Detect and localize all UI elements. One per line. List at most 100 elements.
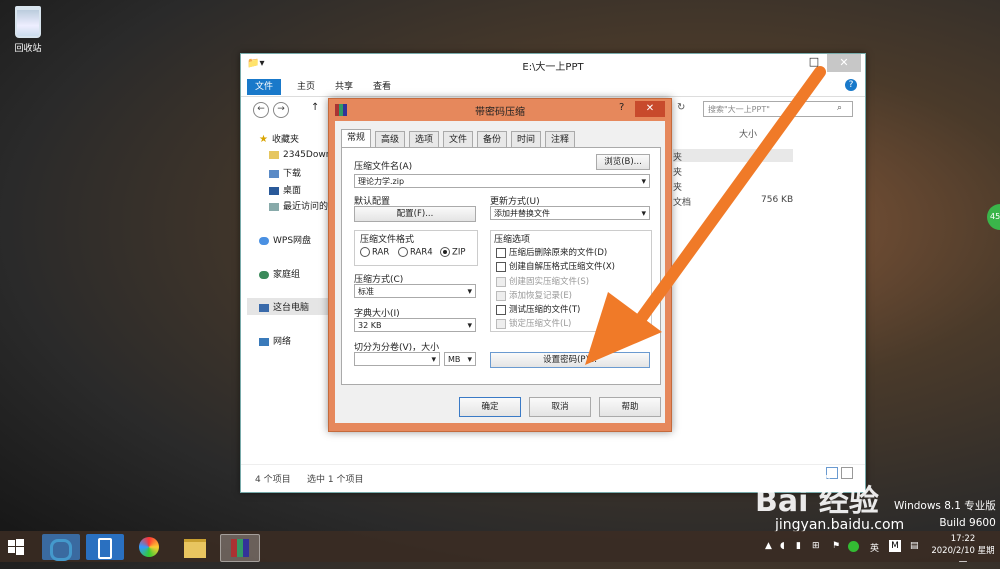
file-row-type[interactable]: 夹 [673,180,682,193]
windows-build: Build 9600 [939,517,996,529]
volume-icon[interactable]: ◖ [780,541,785,551]
file-row-type[interactable]: 夹 [673,165,682,178]
file-row-type[interactable]: 文档 [673,195,691,208]
taskbar-360[interactable] [130,534,168,560]
flag-icon[interactable]: ⚑ [832,541,840,551]
maximize-button[interactable]: □ [801,54,827,72]
taskbar: ▲ ◖ ▮ ⊞ ⚑ 英 M ▤ 17:22 2020/2/10 星期一 [0,531,1000,568]
windows-edition: Windows 8.1 专业版 [894,500,996,512]
file-row-type[interactable]: 夹 [673,150,682,163]
up-icon[interactable]: ↑ [311,102,319,113]
file-size: 756 KB [761,195,794,205]
sidebar-label: 最近访问的位 [283,202,329,212]
tray-green-icon[interactable] [848,541,859,552]
opt-delete-after[interactable]: 压缩后删除原来的文件(D) [496,246,607,258]
profile-button[interactable]: 配置(F)... [354,206,476,222]
taskbar-browser[interactable] [42,534,80,561]
clock-time: 17:22 [950,534,976,544]
checkbox-icon [496,290,506,301]
sidebar-label: 2345Down [283,150,332,160]
start-button[interactable] [8,539,24,555]
ok-button[interactable]: 确定 [459,397,521,417]
floating-badge[interactable]: 45 [987,204,1000,230]
tab-general[interactable]: 常规 [341,129,372,148]
refresh-icon[interactable]: ↻ [677,102,685,113]
tab-files[interactable]: 文件 [443,131,474,148]
sidebar-item-homegroup[interactable]: 家庭组 [259,267,300,280]
sidebar-item-downloads[interactable]: 下载 [269,166,301,179]
clock[interactable]: 17:22 2020/2/10 星期一 [928,533,998,569]
update-mode-select[interactable]: 添加并替换文件 [490,206,650,221]
network-icon [259,337,269,346]
radio-selected-icon [440,247,450,257]
checkbox-label: 压缩后删除原来的文件(D) [509,248,608,258]
back-icon[interactable]: ← [253,102,269,118]
sidebar-label: WPS网盘 [273,236,312,246]
help-button[interactable]: 帮助 [599,397,661,417]
explorer-title: E:\大一上PPT [522,62,584,73]
sidebar-item-desktop[interactable]: 桌面 [269,183,301,196]
set-password-button[interactable]: 设置密码(P)... [490,352,650,368]
ime-mode-icon[interactable]: M [889,540,901,552]
sidebar-item-wps[interactable]: WPS网盘 [259,233,311,246]
sidebar-item-favorites[interactable]: ★ 收藏夹 [259,132,299,145]
network-icon[interactable]: ⊞ [812,541,820,551]
recycle-bin-icon[interactable]: 回收站 [8,6,48,54]
opt-recovery[interactable]: 添加恢复记录(E) [496,289,572,301]
opt-solid[interactable]: 创建固实压缩文件(S) [496,275,589,287]
format-zip-radio[interactable]: ZIP [440,247,465,258]
ribbon-tab-home[interactable]: 主页 [289,79,323,95]
sidebar-label: 桌面 [283,186,302,196]
opt-lock[interactable]: 锁定压缩文件(L) [496,317,571,329]
notification-icon[interactable]: ▤ [910,541,919,551]
tab-comment[interactable]: 注释 [545,131,576,148]
sidebar-item-network[interactable]: 网络 [259,334,291,347]
ribbon-tab-share[interactable]: 共享 [327,79,361,95]
search-input[interactable]: 搜索"大一上PPT" [703,101,853,117]
ribbon-tab-view[interactable]: 查看 [365,79,399,95]
general-panel: 压缩文件名(A) 浏览(B)... 理论力学.zip 默认配置 配置(F)...… [341,147,661,385]
download-icon [269,169,279,178]
taskbar-phone-app[interactable] [86,534,124,560]
format-rar-radio[interactable]: RAR [360,247,389,258]
split-unit-select[interactable]: MB [444,352,476,367]
checkbox-label: 添加恢复记录(E) [509,291,573,301]
taskbar-winrar[interactable] [220,534,260,562]
radio-icon [398,247,408,257]
ribbon-tab-file[interactable]: 文件 [247,79,282,95]
windows-version: Windows 8.1 专业版 Build 9600 [894,498,996,532]
opt-sfx[interactable]: 创建自解压格式压缩文件(X) [496,260,615,272]
tab-time[interactable]: 时间 [511,131,542,148]
sidebar-label: 网络 [273,337,292,347]
checkbox-icon [496,276,506,287]
column-header-size[interactable]: 大小 [739,127,757,140]
folder-icon [269,150,279,159]
desktop-icon [269,186,279,195]
tab-backup[interactable]: 备份 [477,131,508,148]
close-button[interactable]: ✕ [827,54,861,72]
sidebar-item-this-pc[interactable]: 这台电脑 [247,298,339,315]
taskbar-explorer[interactable] [176,534,214,560]
dict-size-select[interactable]: 32 KB [354,318,476,333]
help-icon[interactable]: ? [845,79,857,91]
sidebar-item-2345down[interactable]: 2345Down [269,150,331,160]
archive-name-input[interactable]: 理论力学.zip [354,174,650,189]
checkbox-label: 创建固实压缩文件(S) [509,277,590,287]
checkbox-label: 测试压缩的文件(T) [509,305,581,315]
dialog-help-button[interactable]: ? [619,102,624,113]
browse-button[interactable]: 浏览(B)... [596,154,650,170]
opt-test[interactable]: 测试压缩的文件(T) [496,303,580,315]
format-rar4-radio[interactable]: RAR4 [398,247,433,258]
forward-icon[interactable]: → [273,102,289,118]
tray-expand-icon[interactable]: ▲ [765,541,772,551]
cancel-button[interactable]: 取消 [529,397,591,417]
checkbox-label: 锁定压缩文件(L) [509,319,572,329]
ime-indicator[interactable]: 英 [870,541,879,554]
split-size-input[interactable] [354,352,440,367]
tray-app-icon[interactable]: ▮ [796,541,801,551]
method-select[interactable]: 标准 [354,284,476,299]
dialog-close-button[interactable]: ✕ [635,101,665,117]
tab-options[interactable]: 选项 [409,131,440,148]
tab-advanced[interactable]: 高级 [375,131,406,148]
sidebar-item-recent[interactable]: 最近访问的位 [269,199,329,212]
